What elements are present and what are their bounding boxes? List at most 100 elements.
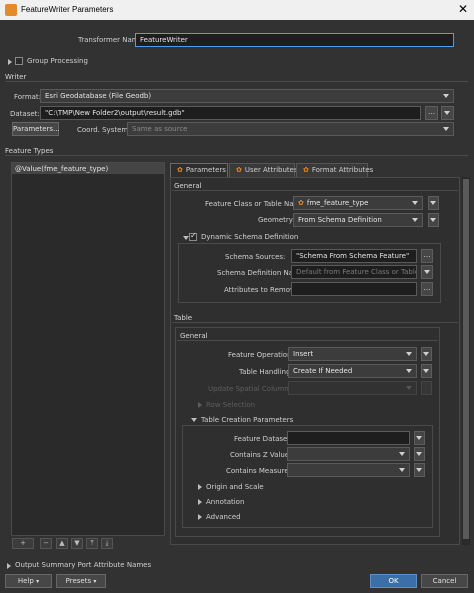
feature-operation-menu-button[interactable] [421,347,432,361]
dropdown-arrow-icon [406,386,412,390]
row-selection-expander[interactable]: Row Selection [198,401,255,409]
output-summary-label: Output Summary Port Attribute Names [15,561,152,569]
table-handling-menu-button[interactable] [421,364,432,378]
dataset-menu-button[interactable] [441,106,454,120]
output-summary-expander[interactable] [7,561,15,570]
feature-operation-label: Feature Operation: [228,351,294,359]
attributes-remove-label: Attributes to Remove: [224,286,301,294]
dropdown-arrow-icon [444,111,450,115]
format-select[interactable]: Esri Geodatabase (File Geodb) [40,89,454,103]
ok-button[interactable]: OK [370,574,417,588]
chevron-right-icon [8,59,12,65]
window-title: FeatureWriter Parameters [21,5,114,14]
update-spatial-menu-button[interactable] [421,381,432,395]
divider [177,340,438,341]
presets-button[interactable]: Presets ▾ [56,574,106,588]
table-handling-label: Table Handling: [239,368,293,376]
schema-definition-menu-button[interactable] [421,265,433,279]
chevron-down-icon [191,418,197,422]
schema-sources-label: Schema Sources: [225,253,286,261]
tab-user-attributes[interactable]: ✿ User Attributes [229,163,298,177]
dropdown-arrow-icon [406,352,412,356]
contains-measures-menu-button[interactable] [414,463,425,477]
chevron-right-icon [198,514,202,520]
format-value: Esri Geodatabase (File Geodb) [45,92,152,100]
geometry-label: Geometry: [258,216,295,224]
feature-types-list[interactable]: @Value(fme_feature_type) [11,162,165,536]
help-button[interactable]: Help ▾ [5,574,52,588]
table-section-title: Table [174,314,193,322]
annotation-expander[interactable]: Annotation [198,498,244,506]
close-icon[interactable]: ✕ [458,2,468,16]
dataset-input[interactable]: "C:\TMP\New Folder2\output\result.gdb" [40,106,421,120]
chevron-right-icon [198,402,202,408]
geometry-select[interactable]: From Schema Definition [293,213,423,227]
attributes-remove-input[interactable] [291,282,417,296]
move-bottom-button[interactable]: ⤓ [101,538,113,549]
move-down-button[interactable]: ▼ [71,538,83,549]
origin-scale-expander[interactable]: Origin and Scale [198,483,264,491]
dropdown-arrow-icon [416,452,422,456]
divider [5,81,468,82]
divider [5,155,468,156]
parameters-scrollbar[interactable] [462,177,470,545]
geometry-menu-button[interactable] [428,213,439,227]
dropdown-arrow-icon [412,218,418,222]
group-processing-checkbox[interactable] [15,56,27,65]
contains-z-select[interactable] [287,447,410,461]
contains-measures-label: Contains Measures: [226,467,295,475]
coord-system-label: Coord. System: [77,126,131,134]
schema-definition-input[interactable]: Default from Feature Class or Table nam.… [291,265,417,279]
browse-dataset-button[interactable]: … [425,106,438,120]
coord-system-select[interactable]: Same as source [127,122,454,136]
dropdown-arrow-icon [443,94,449,98]
contains-z-menu-button[interactable] [414,447,425,461]
feature-class-menu-button[interactable] [428,196,439,210]
dropdown-arrow-icon [406,369,412,373]
feature-types-section-title: Feature Types [5,147,54,155]
format-label: Format: [14,93,42,101]
chevron-down-icon: ▾ [36,578,40,585]
table-general-title: General [180,332,208,340]
dynamic-schema-checkbox[interactable] [189,231,201,241]
attribute-icon: ✿ [298,199,304,207]
table-handling-select[interactable]: Create If Needed [288,364,417,378]
parameters-button[interactable]: Parameters... [12,122,60,136]
contains-measures-select[interactable] [287,463,410,477]
move-top-button[interactable]: ⤒ [86,538,98,549]
scrollbar-thumb[interactable] [463,179,469,539]
move-up-button[interactable]: ▲ [56,538,68,549]
remove-feature-type-button[interactable]: − [40,538,52,549]
list-item[interactable]: @Value(fme_feature_type) [12,163,164,174]
schema-sources-browse-button[interactable]: … [421,249,433,263]
feature-dataset-input[interactable] [287,431,410,445]
dropdown-arrow-icon [423,352,429,356]
dropdown-arrow-icon [399,452,405,456]
dataset-label: Dataset: [10,110,40,118]
schema-sources-input[interactable]: "Schema From Schema Feature" [291,249,417,263]
feature-class-select[interactable]: ✿ fme_feature_type [293,196,423,210]
app-icon [5,4,17,16]
cancel-button[interactable]: Cancel [421,574,468,588]
writer-section-title: Writer [5,73,27,81]
dropdown-arrow-icon [412,201,418,205]
feature-dataset-label: Feature Dataset: [234,435,293,443]
tab-parameters[interactable]: ✿ Parameters [170,163,228,177]
chevron-right-icon [198,484,202,490]
tab-format-attributes[interactable]: ✿ Format Attributes [296,163,373,177]
contains-z-label: Contains Z Values: [230,451,296,459]
feature-class-label: Feature Class or Table Name: [205,200,308,208]
dropdown-arrow-icon [443,127,449,131]
table-creation-expander[interactable]: Table Creation Parameters [191,416,293,424]
add-feature-type-button[interactable]: + [12,538,34,549]
transformer-name-input[interactable]: FeatureWriter [135,33,454,47]
advanced-expander[interactable]: Advanced [198,513,241,521]
chevron-right-icon [198,499,202,505]
update-spatial-select[interactable] [288,381,417,395]
attributes-remove-browse-button[interactable]: … [421,282,433,296]
feature-operation-select[interactable]: Insert [288,347,417,361]
gear-icon: ✿ [303,166,309,174]
feature-dataset-menu-button[interactable] [414,431,425,445]
chevron-right-icon [7,563,11,569]
divider [172,322,458,323]
